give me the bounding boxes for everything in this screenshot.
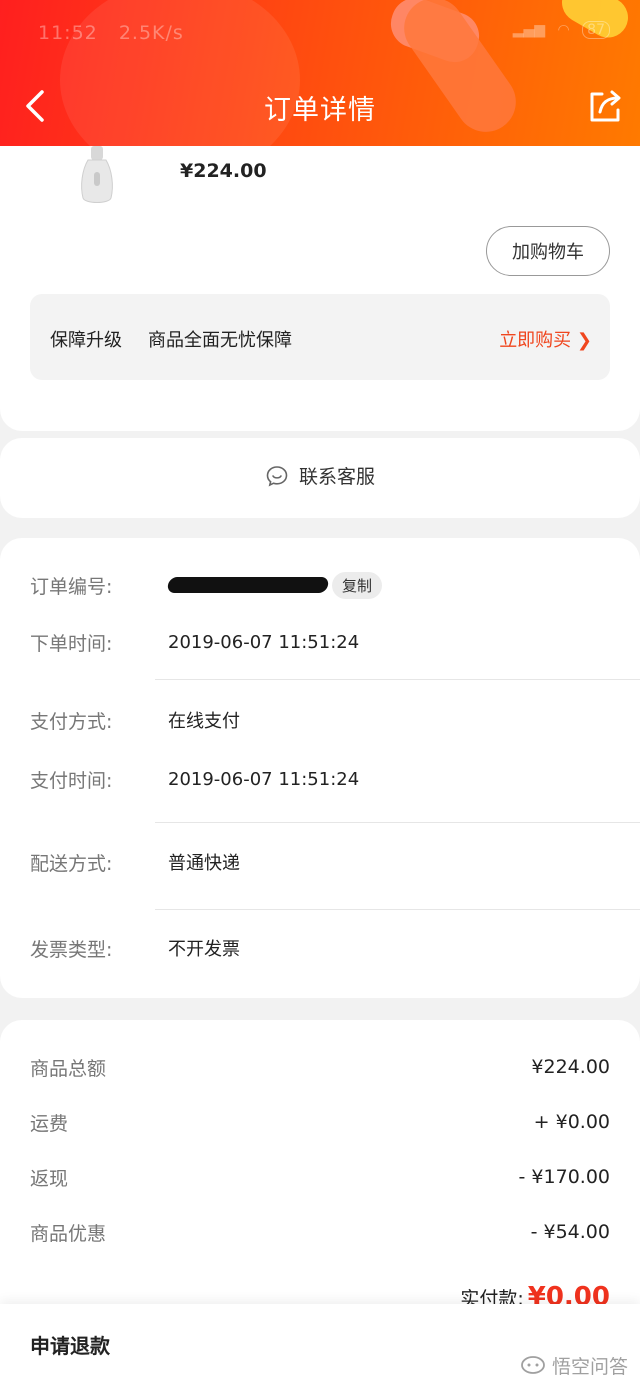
pay-method-value: 在线支付 xyxy=(168,711,240,732)
pay-method-row: 支付方式: 在线支付 xyxy=(30,705,620,735)
amount-value: - ¥54.00 xyxy=(530,1221,610,1243)
page-title: 订单详情 xyxy=(264,95,376,126)
delivery-label: 配送方式: xyxy=(30,852,113,875)
status-icons: ▂▄▆ ◠ 87 xyxy=(512,21,610,39)
amount-value: - ¥170.00 xyxy=(518,1166,610,1188)
amount-label: 返现 xyxy=(30,1167,69,1190)
guarantee-upgrade-banner[interactable]: 保障升级 商品全面无忧保障 立即购买 ❯ xyxy=(30,294,610,380)
divider xyxy=(155,679,640,680)
add-to-cart-button[interactable]: 加购物车 xyxy=(486,226,610,276)
amount-label: 商品优惠 xyxy=(30,1222,107,1245)
pay-method-label: 支付方式: xyxy=(30,710,113,733)
amount-label: 商品总额 xyxy=(30,1057,107,1080)
product-price: ¥224.00 xyxy=(180,160,267,182)
order-time-value: 2019-06-07 11:51:24 xyxy=(168,631,360,653)
amount-row: 商品总额 ¥224.00 xyxy=(30,1052,610,1082)
app-header: 11:52 2.5K/s ▂▄▆ ◠ 87 订单详情 xyxy=(0,0,640,146)
status-time: 11:52 xyxy=(38,22,98,44)
delivery-value: 普通快递 xyxy=(168,853,240,874)
buy-now-link[interactable]: 立即购买 ❯ xyxy=(499,326,592,352)
invoice-label: 发票类型: xyxy=(30,938,113,961)
order-info-card: 订单编号: 复制 下单时间: 2019-06-07 11:51:24 支付方式:… xyxy=(0,538,640,998)
order-number-row: 订单编号: 复制 xyxy=(30,570,620,600)
product-image[interactable] xyxy=(78,146,116,206)
chat-smile-icon xyxy=(266,465,288,486)
status-speed: 2.5K/s xyxy=(118,22,184,44)
contact-service-button[interactable]: 联系客服 xyxy=(0,462,640,489)
guarantee-tag: 保障升级 xyxy=(50,330,122,351)
pay-time-value: 2019-06-07 11:51:24 xyxy=(168,768,360,790)
guarantee-description: 商品全面无忧保障 xyxy=(148,330,292,351)
invoice-row: 发票类型: 不开发票 xyxy=(30,933,620,963)
divider xyxy=(155,822,640,823)
copy-order-number-button[interactable]: 复制 xyxy=(332,571,383,599)
speech-bubble-icon xyxy=(521,1355,545,1374)
battery-icon: 87 xyxy=(582,21,610,39)
order-time-label: 下单时间: xyxy=(30,632,113,655)
amount-value: + ¥0.00 xyxy=(533,1111,610,1133)
amount-row: 运费 + ¥0.00 xyxy=(30,1107,610,1137)
pay-time-row: 支付时间: 2019-06-07 11:51:24 xyxy=(30,764,620,794)
amount-summary-card: 商品总额 ¥224.00 运费 + ¥0.00 返现 - ¥170.00 商品优… xyxy=(0,1020,640,1320)
bottom-action-bar: 申请退款 悟空问答 xyxy=(0,1304,640,1387)
order-number-redacted xyxy=(166,577,330,593)
apply-refund-button[interactable]: 申请退款 xyxy=(30,1330,110,1359)
amount-label: 运费 xyxy=(30,1112,69,1135)
amount-row: 商品优惠 - ¥54.00 xyxy=(30,1217,610,1247)
order-time-row: 下单时间: 2019-06-07 11:51:24 xyxy=(30,627,620,657)
amount-row: 返现 - ¥170.00 xyxy=(30,1162,610,1192)
amount-value: ¥224.00 xyxy=(531,1056,610,1078)
order-number-label: 订单编号: xyxy=(30,575,113,598)
wifi-icon: ◠ xyxy=(557,22,570,38)
contact-service-card[interactable]: 联系客服 xyxy=(0,438,640,518)
divider xyxy=(155,909,640,910)
pay-time-label: 支付时间: xyxy=(30,769,113,792)
delivery-row: 配送方式: 普通快递 xyxy=(30,847,620,877)
signal-icon: ▂▄▆ xyxy=(512,22,546,38)
product-card: ¥224.00 加购物车 保障升级 商品全面无忧保障 立即购买 ❯ xyxy=(0,146,640,431)
share-icon[interactable] xyxy=(586,86,626,126)
status-bar: 11:52 2.5K/s xyxy=(38,22,184,44)
contact-service-label: 联系客服 xyxy=(298,466,375,488)
invoice-value: 不开发票 xyxy=(168,939,240,960)
watermark-text: 悟空问答 xyxy=(551,1356,628,1378)
watermark: 悟空问答 xyxy=(520,1352,628,1379)
